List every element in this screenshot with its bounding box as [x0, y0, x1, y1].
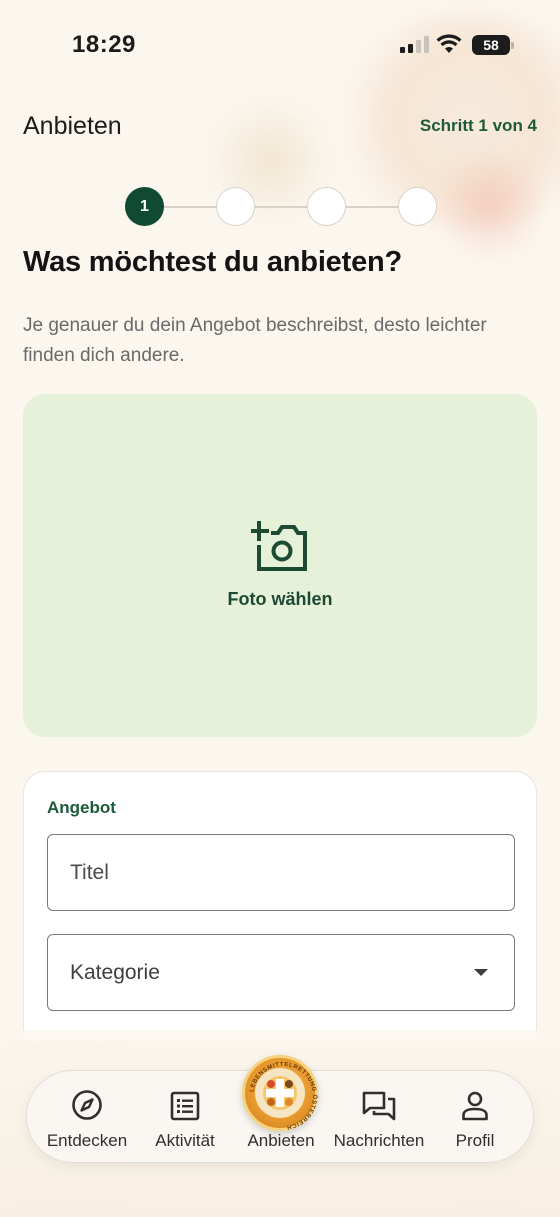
battery-level: 58 [483, 37, 499, 53]
dropdown-arrow-icon [474, 969, 488, 976]
form-section-label: Angebot [47, 798, 116, 817]
list-icon [170, 1091, 200, 1121]
anbieten-logo-badge[interactable]: LEBENSMITTELRETTUNG ÖSTERREICH [242, 1055, 318, 1131]
tab-anbieten-label: Anbieten [247, 1131, 315, 1150]
step-connector [255, 205, 307, 208]
step-dot-4 [398, 187, 437, 226]
tab-aktivitaet-label: Aktivität [155, 1131, 215, 1150]
battery-icon: 58 [472, 35, 514, 55]
title-input[interactable] [70, 860, 514, 885]
svg-text:LEBENSMITTELRETTUNG ÖSTERREICH: LEBENSMITTELRETTUNG ÖSTERREICH [249, 1062, 318, 1130]
progress-stepper: 1 [125, 187, 437, 226]
step-connector [164, 205, 216, 208]
category-placeholder: Kategorie [70, 960, 160, 984]
chat-icon [362, 1091, 396, 1121]
page-title: Anbieten [23, 112, 122, 140]
step-dot-1-label: 1 [140, 197, 149, 215]
status-bar: 18:29 58 [0, 0, 560, 92]
choose-photo-label: Foto wählen [227, 589, 333, 609]
add-camera-icon [251, 521, 307, 571]
step-dot-3 [307, 187, 346, 226]
category-select[interactable]: Kategorie [47, 934, 515, 1011]
tab-nachrichten-label: Nachrichten [333, 1131, 425, 1150]
tab-entdecken-label: Entdecken [46, 1131, 128, 1150]
step-indicator-label: Schritt 1 von 4 [419, 116, 537, 135]
step-connector [346, 205, 398, 208]
logo-ring-label: LEBENSMITTELRETTUNG ÖSTERREICH [249, 1062, 317, 1130]
choose-photo-button[interactable]: Foto wählen [23, 394, 537, 737]
cellular-signal-icon [400, 36, 429, 53]
tab-aktivitaet[interactable]: Aktivität [139, 1071, 231, 1164]
compass-icon [72, 1090, 102, 1120]
section-heading: Was möchtest du anbieten? [23, 246, 403, 278]
offer-form-card: Angebot Kategorie [23, 771, 537, 1041]
step-dot-1: 1 [125, 187, 164, 226]
wifi-icon [436, 34, 462, 53]
tab-profil-label: Profil [455, 1131, 495, 1150]
title-field[interactable] [47, 834, 515, 911]
step-dot-2 [216, 187, 255, 226]
person-icon [462, 1091, 488, 1121]
logo-ring-text: LEBENSMITTELRETTUNG ÖSTERREICH [249, 1062, 318, 1130]
status-time: 18:29 [72, 31, 136, 58]
section-description: Je genauer du dein Angebot beschreibst, … [23, 315, 487, 366]
tab-entdecken[interactable]: Entdecken [33, 1071, 141, 1164]
tab-profil[interactable]: Profil [431, 1071, 519, 1164]
tab-nachrichten[interactable]: Nachrichten [325, 1071, 433, 1164]
